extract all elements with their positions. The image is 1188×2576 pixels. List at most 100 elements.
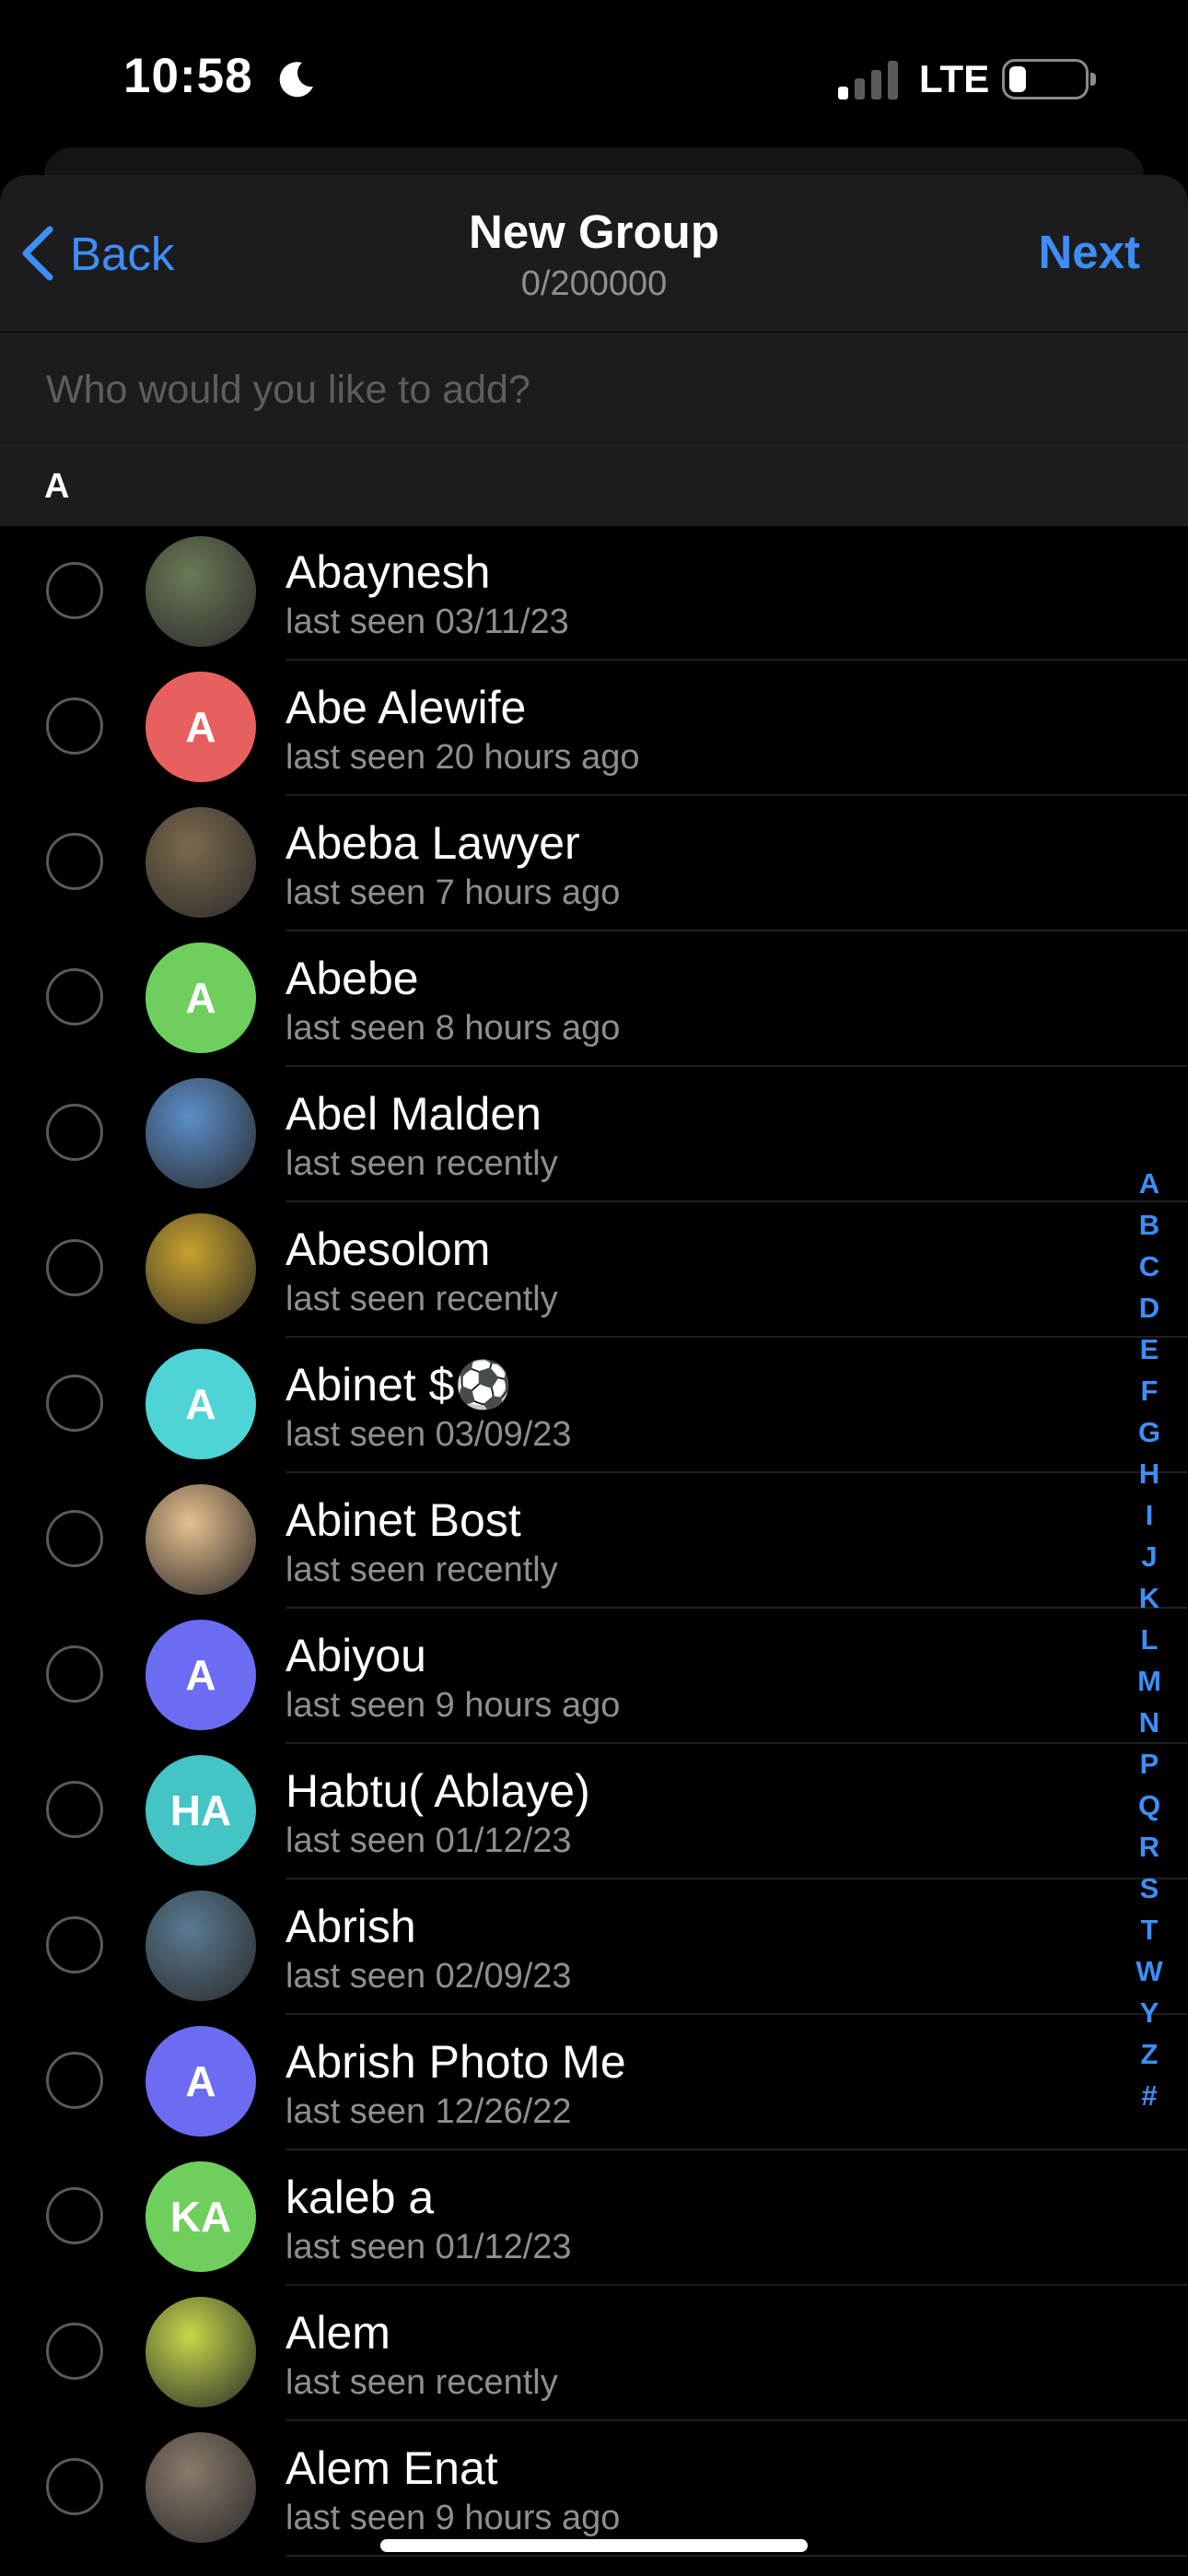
contact-name: Abeba Lawyer <box>285 817 580 869</box>
index-letter[interactable]: C <box>1131 1246 1168 1287</box>
avatar <box>146 2432 256 2543</box>
avatar <box>146 1213 256 1324</box>
contact-row[interactable]: Abeba Lawyer last seen 7 hours ago <box>0 796 1188 931</box>
contact-row[interactable]: KA kaleb a last seen 01/12/23 <box>0 2150 1188 2286</box>
select-radio[interactable] <box>46 562 103 619</box>
last-seen-status: last seen 7 hours ago <box>285 873 621 912</box>
divider <box>285 2555 1188 2557</box>
index-letter[interactable]: T <box>1131 1909 1168 1950</box>
index-letter[interactable]: A <box>1131 1163 1168 1204</box>
avatar: A <box>146 943 256 1053</box>
contact-name: Abel Malden <box>285 1088 542 1140</box>
last-seen-status: last seen 03/09/23 <box>285 1415 572 1454</box>
contact-list: Abaynesh last seen 03/11/23 A Abe Alewife la… <box>0 525 1188 2557</box>
contact-name: Abrish Photo Me <box>285 2036 626 2088</box>
index-letter[interactable]: Y <box>1131 1992 1168 2033</box>
index-letter[interactable]: H <box>1131 1453 1168 1494</box>
section-letter: A <box>44 467 70 506</box>
network-type: LTE <box>919 57 990 100</box>
contact-name: Alem <box>285 2307 390 2359</box>
index-letter[interactable]: M <box>1131 1660 1168 1702</box>
index-letter[interactable]: D <box>1131 1287 1168 1329</box>
contact-row[interactable]: Abaynesh last seen 03/11/23 <box>0 525 1188 661</box>
index-letter[interactable]: G <box>1131 1411 1168 1453</box>
index-letter[interactable]: W <box>1131 1950 1168 1992</box>
section-header: A <box>0 446 1188 526</box>
contact-row[interactable]: Alem last seen recently <box>0 2286 1188 2421</box>
avatar: A <box>146 1620 256 1730</box>
avatar <box>146 2297 256 2407</box>
contact-row[interactable]: A Abebe last seen 8 hours ago <box>0 931 1188 1067</box>
avatar-initials: A <box>185 703 216 751</box>
avatar-initials: KA <box>169 2193 232 2241</box>
last-seen-status: last seen 01/12/23 <box>285 1821 572 1860</box>
contact-row[interactable]: A Abiyou last seen 9 hours ago <box>0 1609 1188 1744</box>
contact-row[interactable]: A Abe Alewife last seen 20 hours ago <box>0 661 1188 796</box>
select-radio[interactable] <box>46 1510 103 1567</box>
contact-row[interactable]: A Abinet $⚽ last seen 03/09/23 <box>0 1338 1188 1473</box>
avatar: A <box>146 1349 256 1459</box>
index-letter[interactable]: B <box>1131 1204 1168 1246</box>
search-input[interactable] <box>44 359 1135 420</box>
avatar: KA <box>146 2161 256 2272</box>
select-radio[interactable] <box>46 833 103 890</box>
index-letter[interactable]: J <box>1131 1536 1168 1577</box>
avatar <box>146 536 256 647</box>
contact-row[interactable]: HA Habtu( Ablaye) last seen 01/12/23 <box>0 1744 1188 1879</box>
status-bar: 10:58 LTE <box>0 0 1188 157</box>
contact-name: Abrish <box>285 1901 416 1952</box>
last-seen-status: last seen recently <box>285 1280 558 1318</box>
contact-row[interactable]: Abel Malden last seen recently <box>0 1067 1188 1202</box>
select-radio[interactable] <box>46 2052 103 2109</box>
contact-row[interactable]: Abrish last seen 02/09/23 <box>0 1879 1188 2015</box>
select-radio[interactable] <box>46 1375 103 1432</box>
select-radio[interactable] <box>46 2187 103 2244</box>
avatar-initials: A <box>185 1651 216 1699</box>
contact-row[interactable]: Abinet Bost last seen recently <box>0 1473 1188 1609</box>
last-seen-status: last seen 01/12/23 <box>285 2228 572 2266</box>
battery-icon <box>1002 59 1096 100</box>
index-letter[interactable]: L <box>1131 1619 1168 1660</box>
page-title: New Group <box>468 205 719 258</box>
search-bar <box>0 333 1188 446</box>
index-letter[interactable]: S <box>1131 1868 1168 1909</box>
member-count: 0/200000 <box>520 264 668 303</box>
select-radio[interactable] <box>46 1916 103 1973</box>
home-indicator[interactable] <box>380 2539 808 2552</box>
index-letter[interactable]: Q <box>1131 1785 1168 1826</box>
index-letter[interactable]: F <box>1131 1370 1168 1411</box>
contact-row[interactable]: Abesolom last seen recently <box>0 1202 1188 1338</box>
index-letter[interactable]: P <box>1131 1743 1168 1785</box>
select-radio[interactable] <box>46 2323 103 2380</box>
avatar-initials: A <box>185 2057 216 2105</box>
index-letter[interactable]: I <box>1131 1494 1168 1536</box>
index-letter[interactable]: E <box>1131 1329 1168 1370</box>
select-radio[interactable] <box>46 968 103 1025</box>
contact-row[interactable]: Alem Enat last seen 9 hours ago <box>0 2421 1188 2557</box>
avatar <box>146 1078 256 1188</box>
index-letter[interactable]: # <box>1131 2075 1168 2116</box>
select-radio[interactable] <box>46 2458 103 2515</box>
last-seen-status: last seen 02/09/23 <box>285 1957 572 1996</box>
contact-row[interactable]: A Abrish Photo Me last seen 12/26/22 <box>0 2015 1188 2150</box>
index-letter[interactable]: Z <box>1131 2033 1168 2075</box>
avatar <box>146 807 256 918</box>
last-seen-status: last seen 12/26/22 <box>285 2092 572 2131</box>
index-letter[interactable]: N <box>1131 1702 1168 1743</box>
select-radio[interactable] <box>46 697 103 755</box>
avatar <box>146 1891 256 2001</box>
select-radio[interactable] <box>46 1781 103 1838</box>
index-letter[interactable]: K <box>1131 1577 1168 1619</box>
alphabet-index[interactable]: A B C D E F G H I J K L M N P Q R S T W Y Z # <box>1131 1163 1168 2116</box>
last-seen-status: last seen 9 hours ago <box>285 2499 621 2537</box>
avatar-initials: A <box>185 974 216 1022</box>
select-radio[interactable] <box>46 1645 103 1703</box>
select-radio[interactable] <box>46 1104 103 1161</box>
contact-name: Alem Enat <box>285 2442 498 2494</box>
contact-name: Abinet Bost <box>285 1494 521 1546</box>
select-radio[interactable] <box>46 1239 103 1296</box>
index-letter[interactable]: R <box>1131 1826 1168 1868</box>
avatar: A <box>146 2026 256 2137</box>
last-seen-status: last seen 9 hours ago <box>285 1686 621 1725</box>
next-button[interactable]: Next <box>1038 225 1140 279</box>
